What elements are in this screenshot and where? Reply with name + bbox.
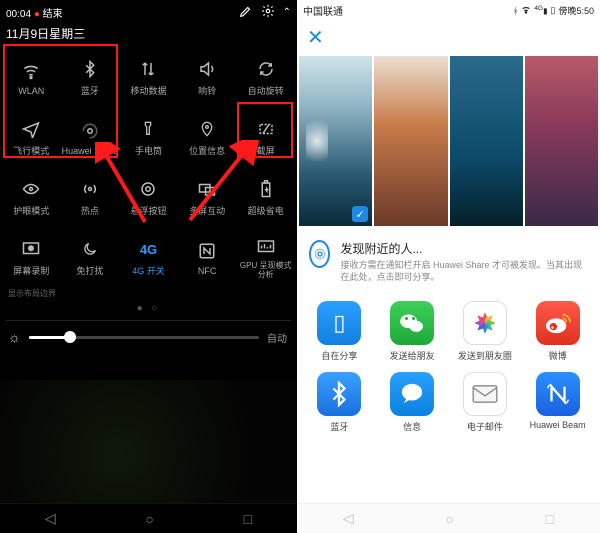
tile-gpu-analysis[interactable]: GPU 呈现模式分析 [236, 228, 295, 286]
nav-back-icon-r[interactable]: ◁ [343, 510, 354, 527]
tile-flashlight[interactable]: 手电筒 [119, 108, 178, 166]
gear-icon[interactable] [261, 4, 275, 21]
tile-ultra-save[interactable]: 超级省电 [236, 168, 295, 226]
hotspot-icon [78, 177, 102, 201]
torch-icon [136, 117, 160, 141]
nav-bar-left: ◁ ○ □ [0, 503, 297, 533]
tile-float-button[interactable]: 悬浮按钮 [119, 168, 178, 226]
discover-icon [309, 240, 330, 268]
sound-icon [195, 57, 219, 81]
float-icon [136, 177, 160, 201]
eye-icon [19, 177, 43, 201]
data-icon [136, 57, 160, 81]
red-highlight-2 [237, 102, 293, 158]
nav-recent-icon-r[interactable]: □ [546, 511, 554, 527]
4g-icon: 4G [136, 237, 160, 261]
app-self-share[interactable]: ▯ 自在分享 [303, 301, 376, 362]
edge-layout-label[interactable]: 显示布局边界 [0, 286, 297, 301]
tile-eye-comfort[interactable]: 护眼模式 [2, 168, 61, 226]
nav-bar-right: ◁ ○ □ [297, 503, 600, 533]
app-wechat-friend[interactable]: 发送给朋友 [376, 301, 449, 362]
discover-row: 发现附近的人... 接收方需在通知栏开启 Huawei Share 才可被发现。… [297, 226, 600, 293]
tile-nfc[interactable]: NFC [178, 228, 237, 286]
gpu-icon [254, 235, 278, 259]
battery-icon-right: ▯ [551, 5, 556, 16]
tile-mobile-data[interactable]: 移动数据 [119, 48, 178, 106]
share-grid: ▯ 自在分享 发送给朋友 发送到朋友圈 微博 [297, 293, 600, 437]
page-indicator: ● ○ [0, 301, 297, 318]
nfc-icon [195, 239, 219, 263]
rec-dot-icon: ● [34, 9, 40, 20]
app-wechat-moments[interactable]: 发送到朋友圈 [449, 301, 522, 362]
nfc-app-icon [536, 372, 580, 416]
thumbnail-4[interactable] [525, 56, 598, 226]
thumbnail-2[interactable] [374, 56, 447, 226]
bluetooth-app-icon [317, 372, 361, 416]
brightness-icon: ☼ [8, 329, 21, 345]
close-button[interactable]: ✕ [297, 21, 600, 56]
tile-hotspot[interactable]: 热点 [61, 168, 120, 226]
tile-location[interactable]: 位置信息 [178, 108, 237, 166]
multi-icon [195, 177, 219, 201]
wifi-status-icon [521, 5, 531, 16]
wechat-icon [390, 301, 434, 345]
nav-home-icon-r[interactable]: ○ [445, 511, 453, 527]
battery-icon [254, 177, 278, 201]
signal-4g-icon: 4G▮ [534, 5, 547, 16]
moon-icon [78, 237, 102, 261]
nav-recent-icon[interactable]: □ [244, 511, 252, 527]
record-icon [19, 237, 43, 261]
end-label[interactable]: 结束 [43, 9, 63, 20]
tile-auto-rotate[interactable]: 自动旋转 [236, 48, 295, 106]
clock-right: 傍晚5:50 [558, 4, 594, 17]
nav-back-icon[interactable]: ◁ [45, 510, 56, 527]
check-icon: ✓ [352, 206, 368, 222]
pin-icon [195, 117, 219, 141]
nav-home-icon[interactable]: ○ [145, 511, 153, 527]
red-highlight-1 [3, 44, 118, 158]
weibo-icon [536, 301, 580, 345]
app-bluetooth[interactable]: 蓝牙 [303, 372, 376, 433]
quick-settings-panel: 00:04 ● 结束 ⌃ 11月9日星期三 WLAN [0, 0, 297, 533]
app-email[interactable]: 电子邮件 [449, 372, 522, 433]
email-icon [463, 372, 507, 416]
discover-subtitle: 接收方需在通知栏开启 Huawei Share 才可被发现。当其出现在此处，点击… [340, 259, 588, 283]
tile-4g-switch[interactable]: 4G 4G 开关 [119, 228, 178, 286]
share-sheet-panel: 中国联通 ᚼ 4G▮ ▯ 傍晚5:50 ✕ ✓ 发现附近的人... [297, 0, 600, 533]
carrier-label: 中国联通 [303, 3, 343, 18]
tile-dnd[interactable]: 免打扰 [61, 228, 120, 286]
tile-multi-screen[interactable]: 多屏互动 [178, 168, 237, 226]
clock: 00:04 [6, 9, 31, 20]
rotate-icon [254, 57, 278, 81]
status-bar: 00:04 ● 结束 ⌃ [0, 0, 297, 23]
moments-icon [463, 301, 507, 345]
tile-ring[interactable]: 响铃 [178, 48, 237, 106]
self-share-icon: ▯ [317, 301, 361, 345]
brightness-row: ☼ 自动 [0, 323, 297, 351]
thumbnail-3[interactable] [450, 56, 523, 226]
app-messages[interactable]: 信息 [376, 372, 449, 433]
bt-status-icon: ᚼ [513, 6, 518, 16]
app-huawei-beam[interactable]: Huawei Beam [521, 372, 594, 433]
tile-screen-record[interactable]: 屏幕录制 [2, 228, 61, 286]
brightness-auto-label[interactable]: 自动 [267, 330, 287, 345]
status-bar-right: 中国联通 ᚼ 4G▮ ▯ 傍晚5:50 [297, 0, 600, 21]
thumbnail-row: ✓ [297, 56, 600, 226]
collapse-icon[interactable]: ⌃ [283, 7, 291, 18]
brightness-slider[interactable] [29, 336, 259, 339]
messages-icon [390, 372, 434, 416]
app-weibo[interactable]: 微博 [521, 301, 594, 362]
thumbnail-1[interactable]: ✓ [299, 56, 372, 226]
discover-title: 发现附近的人... [340, 240, 588, 257]
edit-icon[interactable] [239, 4, 253, 21]
